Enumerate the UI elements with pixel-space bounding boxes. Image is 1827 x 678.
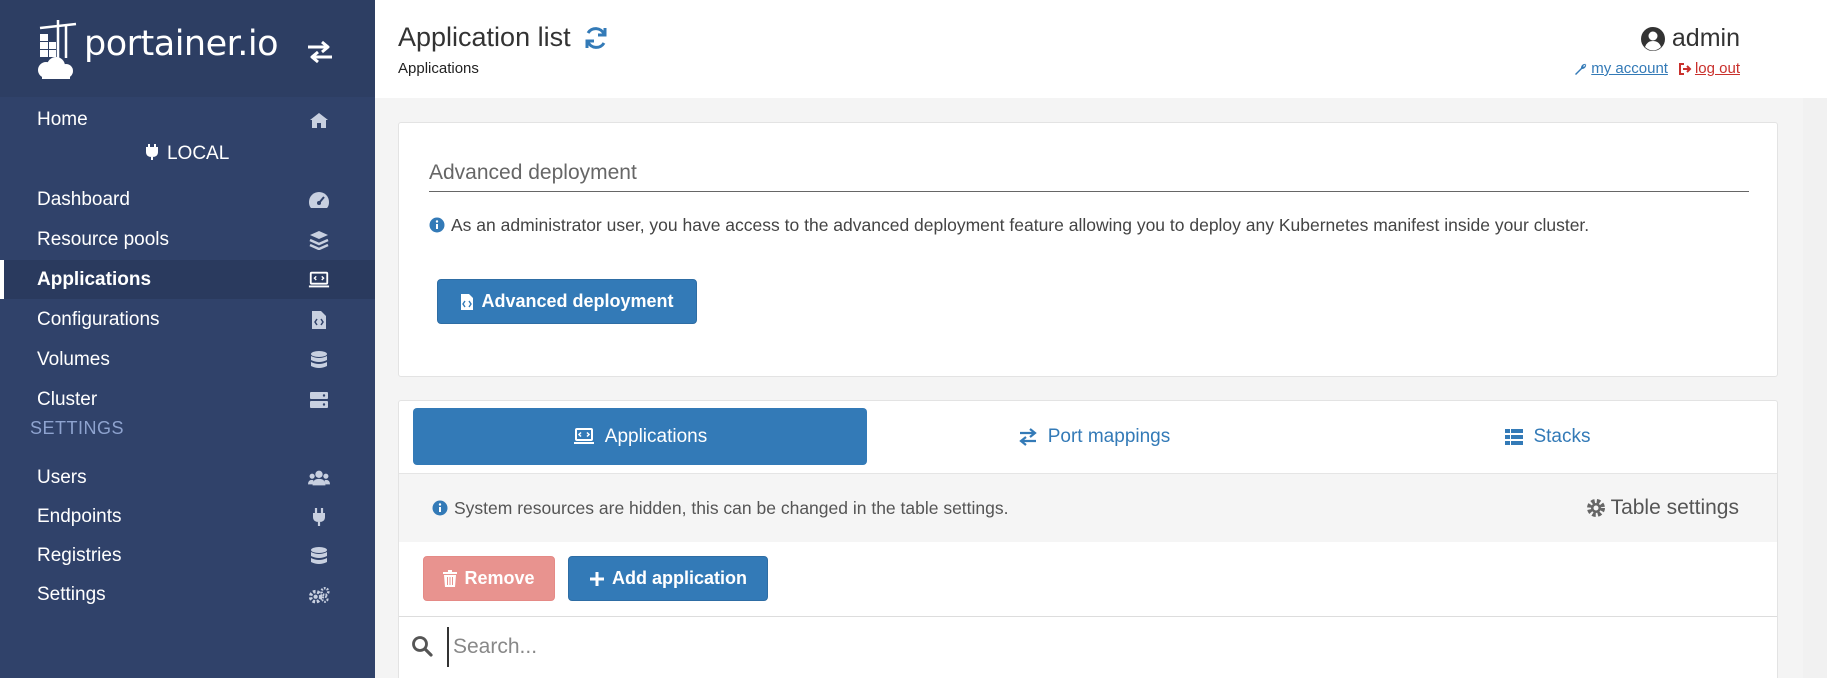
- page-header: Application list Applications admin my a…: [375, 0, 1827, 98]
- sidebar-item-label: Dashboard: [37, 188, 130, 210]
- sidebar-item-dashboard[interactable]: Dashboard: [0, 180, 375, 219]
- list-icon: [1505, 428, 1524, 445]
- cogs-icon: [308, 584, 330, 606]
- database-icon: [308, 349, 330, 371]
- table-settings-label: Table settings: [1610, 496, 1739, 519]
- file-code-icon: [308, 309, 330, 331]
- refresh-icon[interactable]: [583, 25, 609, 51]
- gear-icon: [1586, 499, 1605, 517]
- sidebar-item-cluster[interactable]: Cluster: [0, 380, 375, 419]
- portainer-logo[interactable]: portainer.io: [36, 18, 279, 82]
- sidebar-item-users[interactable]: Users: [0, 458, 375, 497]
- advanced-deployment-button[interactable]: Advanced deployment: [437, 279, 697, 324]
- sidebar-item-label: Configurations: [37, 308, 160, 330]
- info-circle-icon: [429, 217, 445, 233]
- sidebar-item-label: Cluster: [37, 388, 98, 410]
- advanced-deployment-note: As an administrator user, you have acces…: [429, 213, 1729, 238]
- tab-stacks[interactable]: Stacks: [1321, 408, 1775, 465]
- tab-label: Applications: [604, 425, 708, 447]
- plug-icon: [145, 144, 158, 160]
- tab-applications[interactable]: Applications: [413, 408, 867, 465]
- sidebar-item-applications[interactable]: Applications: [0, 260, 375, 299]
- tab-label: Port mappings: [1047, 425, 1171, 447]
- portainer-logo-icon: [38, 20, 77, 79]
- tab-port-mappings[interactable]: Port mappings: [867, 408, 1321, 465]
- sidebar-item-configurations[interactable]: Configurations: [0, 300, 375, 339]
- sign-out-icon: [1678, 62, 1692, 75]
- user-links: my account log out: [1574, 60, 1740, 77]
- plug-icon: [308, 506, 330, 528]
- sidebar-item-resource-pools[interactable]: Resource pools: [0, 220, 375, 259]
- user-info: admin: [1640, 24, 1740, 53]
- divider: [429, 191, 1749, 192]
- system-resources-notice: System resources are hidden, this can be…: [432, 498, 1009, 519]
- file-code-icon: [461, 293, 474, 310]
- my-account-label: my account: [1591, 60, 1668, 77]
- remove-button-label: Remove: [464, 568, 535, 588]
- search-input[interactable]: [447, 627, 1747, 667]
- log-out-label: log out: [1694, 60, 1740, 77]
- username: admin: [1671, 24, 1740, 52]
- sidebar-item-registries[interactable]: Registries: [0, 536, 375, 575]
- advanced-deployment-note-text: As an administrator user, you have acces…: [451, 215, 1590, 235]
- server-icon: [308, 389, 330, 411]
- laptop-code-icon: [573, 427, 594, 444]
- sidebar-item-label: Endpoints: [37, 505, 122, 527]
- info-circle-icon: [432, 500, 448, 516]
- endpoint-name: LOCAL: [166, 143, 230, 164]
- endpoint-header-local: LOCAL: [0, 143, 375, 165]
- log-out-link[interactable]: log out: [1678, 60, 1740, 77]
- sidebar-item-label: Applications: [37, 268, 152, 290]
- main-content: Advanced deployment As an administrator …: [375, 98, 1827, 678]
- scrollbar[interactable]: [1803, 98, 1827, 678]
- sidebar-item-settings[interactable]: Settings: [0, 575, 375, 614]
- settings-section-header: SETTINGS: [30, 418, 125, 438]
- sidebar-item-home[interactable]: Home: [0, 100, 375, 139]
- add-application-label: Add application: [612, 568, 747, 588]
- sidebar-item-label: Settings: [37, 583, 106, 605]
- applications-table-panel: Applications Port mappings Stacks System…: [398, 400, 1778, 678]
- sidebar-item-label: Home: [37, 108, 88, 130]
- sidebar-item-label: Volumes: [37, 348, 110, 370]
- advanced-deployment-button-label: Advanced deployment: [481, 291, 674, 311]
- sidebar-item-volumes[interactable]: Volumes: [0, 340, 375, 379]
- remove-button[interactable]: Remove: [423, 556, 555, 601]
- tachometer-icon: [308, 189, 330, 211]
- search-icon: [412, 636, 433, 657]
- my-account-link[interactable]: my account: [1574, 60, 1668, 77]
- sidebar: portainer.io Home LOCAL Dashboard Resour…: [0, 0, 375, 678]
- sidebar-toggle-icon[interactable]: [305, 40, 335, 64]
- brand-name: portainer.io: [84, 24, 279, 64]
- sidebar-item-label: Resource pools: [37, 228, 170, 250]
- table-notice-bar: System resources are hidden, this can be…: [399, 473, 1777, 542]
- exchange-icon: [1018, 427, 1037, 446]
- laptop-code-icon: [308, 269, 330, 291]
- layers-icon: [308, 229, 330, 251]
- sidebar-item-label: Users: [37, 466, 87, 488]
- wrench-icon: [1575, 63, 1587, 75]
- system-resources-notice-text: System resources are hidden, this can be…: [454, 498, 1009, 518]
- home-icon: [308, 109, 330, 131]
- page-title-text: Application list: [398, 22, 571, 52]
- table-settings-button[interactable]: Table settings: [1586, 496, 1739, 520]
- sidebar-header: portainer.io: [0, 0, 375, 97]
- database-icon: [308, 545, 330, 567]
- page-title: Application list: [398, 22, 609, 53]
- search-bar: [399, 616, 1777, 676]
- tab-label: Stacks: [1533, 425, 1591, 447]
- trash-icon: [443, 569, 458, 587]
- add-application-button[interactable]: Add application: [568, 556, 768, 601]
- plus-icon: [590, 571, 604, 586]
- sidebar-item-label: Registries: [37, 544, 122, 566]
- advanced-deployment-panel: Advanced deployment As an administrator …: [398, 122, 1778, 377]
- advanced-deployment-title: Advanced deployment: [429, 161, 637, 184]
- breadcrumb: Applications: [398, 60, 479, 77]
- user-circle-icon: [1640, 26, 1665, 51]
- sidebar-item-endpoints[interactable]: Endpoints: [0, 497, 375, 536]
- users-icon: [308, 467, 330, 489]
